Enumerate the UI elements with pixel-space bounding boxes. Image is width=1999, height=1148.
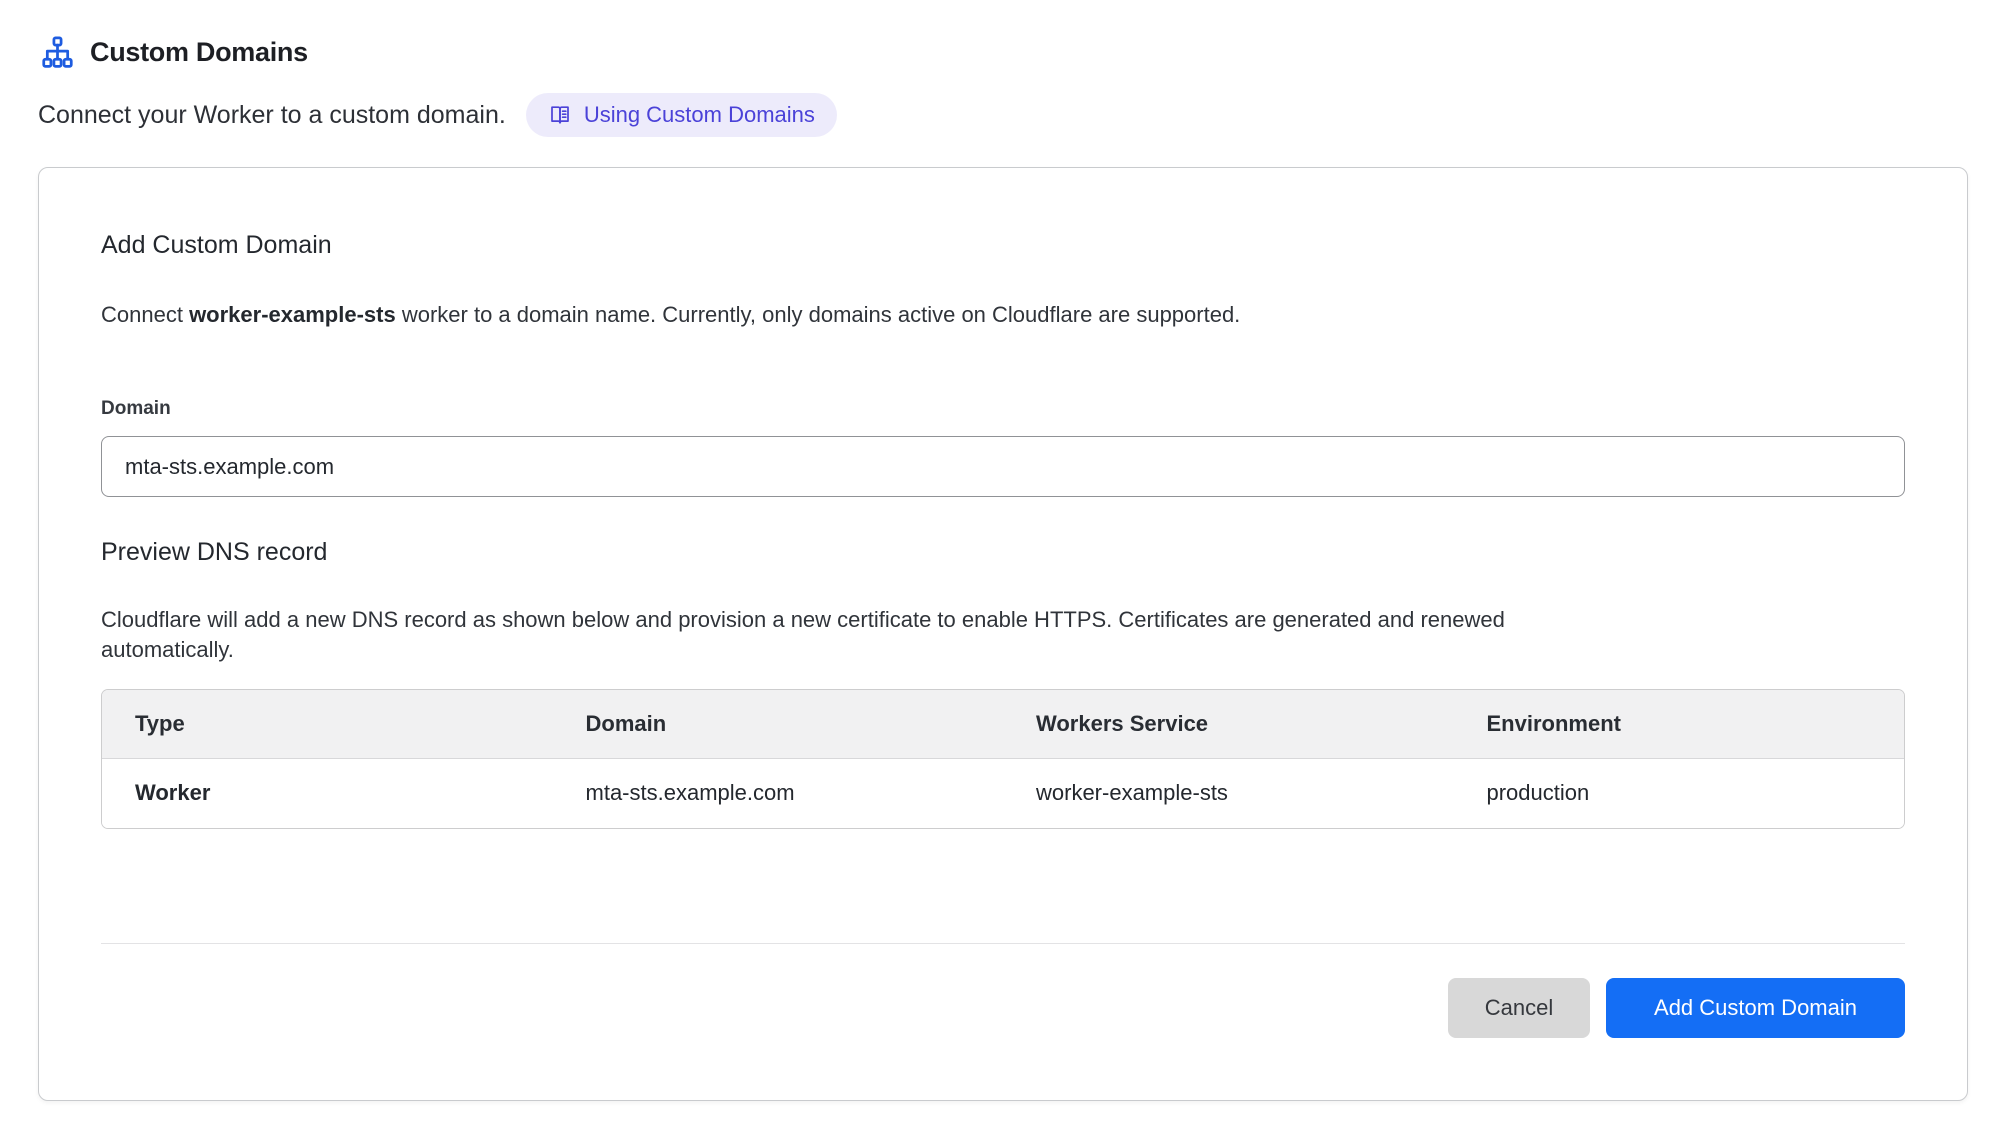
- cell-type: Worker: [102, 759, 553, 829]
- page-header: Custom Domains: [41, 36, 1969, 69]
- page-title: Custom Domains: [90, 37, 308, 68]
- preview-dns-description: Cloudflare will add a new DNS record as …: [101, 605, 1561, 665]
- domain-input[interactable]: [101, 436, 1905, 497]
- custom-domains-page: Custom Domains Connect your Worker to a …: [0, 0, 1999, 1101]
- column-header-domain: Domain: [553, 690, 1004, 759]
- add-custom-domain-panel: Add Custom Domain Connect worker-example…: [38, 167, 1968, 1101]
- worker-name: worker-example-sts: [189, 302, 396, 327]
- domain-field-label: Domain: [101, 398, 1905, 420]
- add-custom-domain-button[interactable]: Add Custom Domain: [1606, 978, 1905, 1038]
- cell-environment: production: [1454, 759, 1905, 829]
- table-row: Worker mta-sts.example.com worker-exampl…: [102, 759, 1904, 829]
- docs-link-badge[interactable]: Using Custom Domains: [526, 93, 837, 137]
- column-header-type: Type: [102, 690, 553, 759]
- cancel-button[interactable]: Cancel: [1448, 978, 1590, 1038]
- description-prefix: Connect: [101, 302, 189, 327]
- footer-divider: [101, 943, 1905, 944]
- page-subheader: Connect your Worker to a custom domain. …: [38, 93, 1969, 137]
- cell-workers-service: worker-example-sts: [1003, 759, 1454, 829]
- sitemap-icon: [41, 36, 74, 69]
- docs-link-label: Using Custom Domains: [584, 102, 815, 128]
- dns-preview-table: Type Domain Workers Service Environment …: [101, 689, 1905, 829]
- panel-description: Connect worker-example-sts worker to a d…: [101, 300, 1905, 330]
- panel-actions: Cancel Add Custom Domain: [101, 978, 1905, 1038]
- preview-dns-heading: Preview DNS record: [101, 537, 1905, 567]
- open-book-icon: [548, 103, 572, 127]
- column-header-environment: Environment: [1454, 690, 1905, 759]
- panel-heading: Add Custom Domain: [101, 230, 1905, 260]
- cell-domain: mta-sts.example.com: [553, 759, 1004, 829]
- table-header-row: Type Domain Workers Service Environment: [102, 690, 1904, 759]
- description-suffix: worker to a domain name. Currently, only…: [396, 302, 1241, 327]
- column-header-workers-service: Workers Service: [1003, 690, 1454, 759]
- page-subtitle: Connect your Worker to a custom domain.: [38, 101, 506, 130]
